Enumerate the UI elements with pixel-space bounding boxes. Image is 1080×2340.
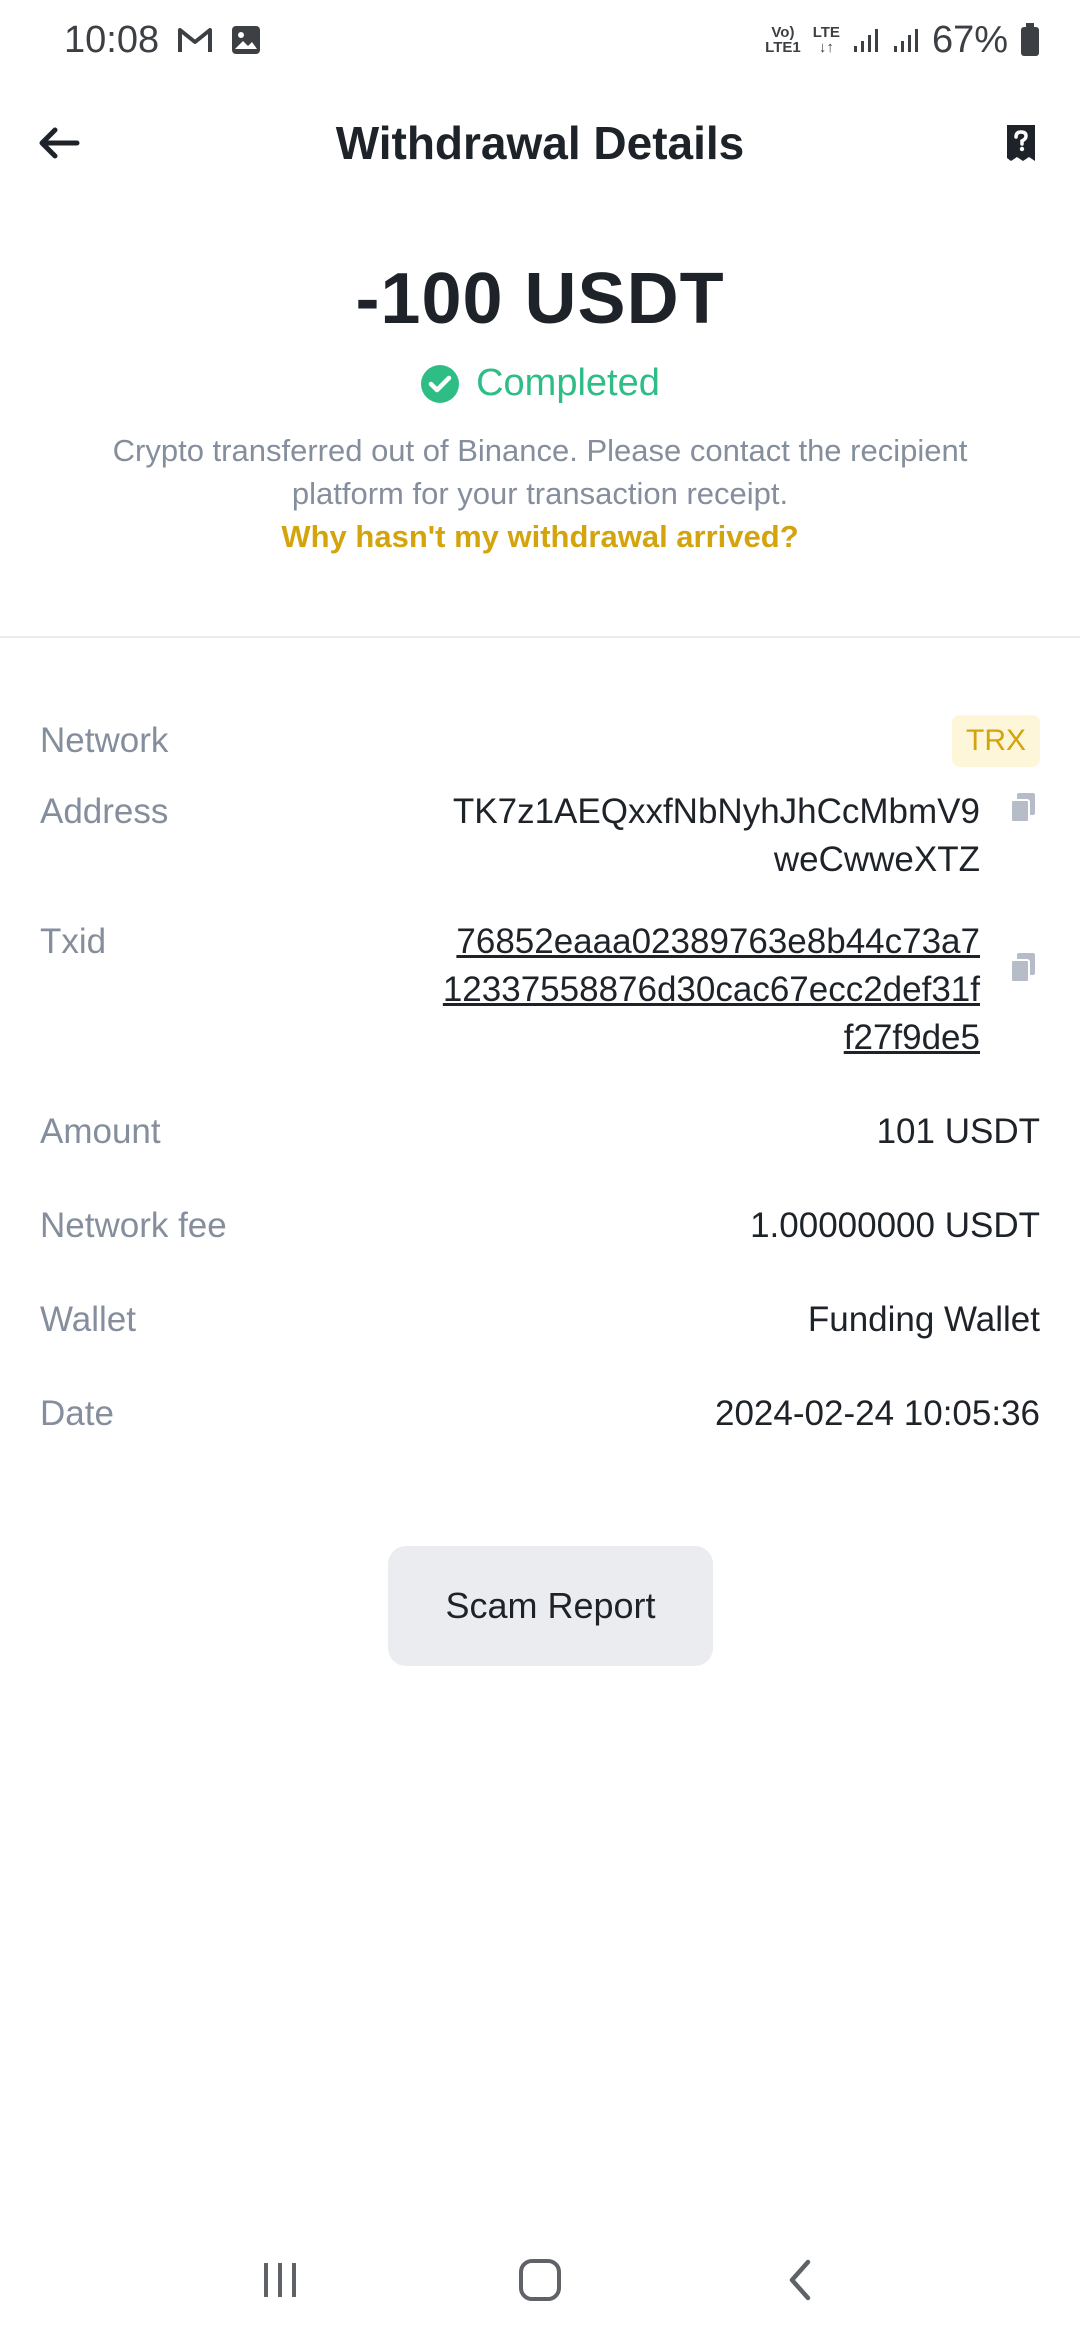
system-nav-bar [0,2220,1080,2340]
status-right: Vo) LTE1 LTE ↓↑ 67% [765,19,1040,62]
lte-label: LTE [812,24,840,41]
signal-icon [892,26,920,54]
network-label: Network [40,721,169,760]
signal-icon [852,26,880,54]
amount-value: 101 USDT [876,1112,1040,1151]
network-fee-label: Network fee [40,1206,227,1245]
date-row: Date 2024-02-24 10:05:36 [40,1390,1040,1484]
withdrawal-details-screen: 10:08 Vo) LTE1 LTE ↓↑ 67% Withdrawal Det… [0,0,1080,2340]
network-row: Network TRX [40,694,1040,788]
scam-report-button[interactable]: Scam Report [388,1546,713,1666]
address-label: Address [40,792,169,831]
copy-address-button[interactable] [1006,788,1040,828]
date-value: 2024-02-24 10:05:36 [715,1394,1040,1433]
address-row: Address TK7z1AEQxxfNbNyhJhCcMbmV9weCwweX… [40,788,1040,918]
network-badge: TRX [952,715,1040,767]
recent-apps-button[interactable] [240,2240,320,2320]
check-circle-icon [421,364,460,403]
network-fee-value: 1.00000000 USDT [750,1206,1040,1245]
gmail-icon [177,26,213,54]
question-document-icon [1007,125,1035,161]
home-icon [519,2259,561,2301]
wallet-label: Wallet [40,1300,136,1339]
recent-apps-icon [264,2263,296,2297]
back-nav-button[interactable] [760,2240,840,2320]
address-value: TK7z1AEQxxfNbNyhJhCcMbmV9weCwweXTZ [452,792,980,879]
home-button[interactable] [500,2240,580,2320]
help-document-button[interactable] [996,118,1046,168]
back-button[interactable] [34,118,84,168]
battery-percent: 67% [931,18,1008,61]
txid-row: Txid 76852eaaa02389763e8b44c73a712337558… [40,918,1040,1108]
header: Withdrawal Details [0,88,1080,198]
status-bar: 10:08 Vo) LTE1 LTE ↓↑ 67% [0,0,1080,80]
address-value-group: TK7z1AEQxxfNbNyhJhCcMbmV9weCwweXTZ [440,788,1040,884]
arrow-left-icon [39,127,80,159]
page-title: Withdrawal Details [335,117,745,169]
txid-value-group: 76852eaaa02389763e8b44c73a712337558876d3… [440,918,1040,1062]
amount-label: Amount [40,1112,161,1151]
copy-icon [1010,793,1035,823]
withdrawal-help-link[interactable]: Why hasn't my withdrawal arrived? [0,519,1080,555]
description-text: Crypto transferred out of Binance. Pleas… [112,433,968,511]
wallet-value: Funding Wallet [807,1300,1040,1339]
network-fee-row: Network fee 1.00000000 USDT [40,1202,1040,1296]
date-label: Date [40,1394,114,1433]
wallet-row: Wallet Funding Wallet [40,1296,1040,1390]
amount-row: Amount 101 USDT [40,1108,1040,1202]
divider [0,636,1080,638]
details-list: Network TRX Address TK7z1AEQxxfNbNyhJhCc… [0,700,1080,1484]
status-row: Completed [0,362,1080,405]
copy-icon [1010,953,1035,983]
status-left: 10:08 [64,19,261,62]
chevron-left-icon [789,2259,811,2301]
volte-icon: Vo) LTE1 [765,25,801,55]
lte1-label: LTE1 [765,39,801,56]
txid-value[interactable]: 76852eaaa02389763e8b44c73a712337558876d3… [440,918,980,1062]
withdrawal-summary: -100 USDT Completed Crypto transferred o… [0,258,1080,555]
withdrawal-amount: -100 USDT [355,259,725,339]
copy-txid-button[interactable] [1006,948,1040,988]
status-text: Completed [476,362,660,404]
gallery-icon [231,25,261,55]
battery-icon [1020,23,1040,57]
lte-icon: LTE ↓↑ [812,24,840,56]
txid-label: Txid [40,922,107,961]
status-time: 10:08 [64,18,160,61]
